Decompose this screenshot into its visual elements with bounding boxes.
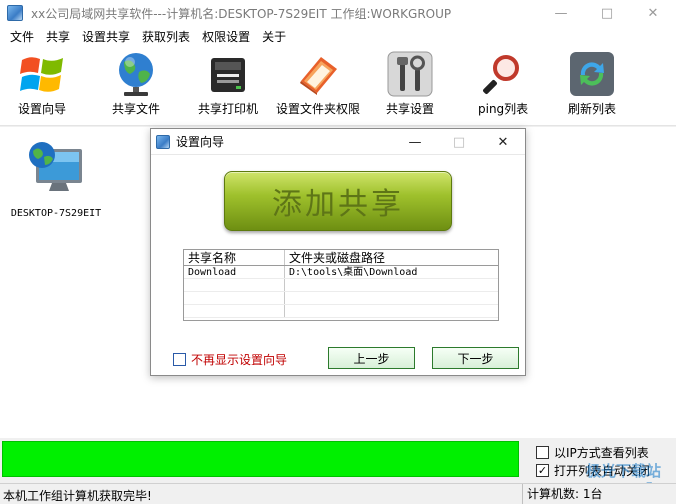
table-row (184, 292, 498, 305)
magnifier-icon (479, 50, 527, 98)
computer-count: 计算机数: 1台 (522, 484, 603, 504)
toolbar-label: 设置向导 (18, 102, 67, 116)
toolbar-share-printer-button[interactable]: 共享打印机 (198, 50, 258, 117)
tools-icon (386, 50, 434, 98)
toolbar-label: 共享打印机 (198, 102, 259, 116)
table-row (184, 305, 498, 318)
toolbar-share-settings-button[interactable]: 共享设置 (386, 50, 434, 117)
add-share-button[interactable]: 添加共享 (224, 171, 452, 231)
toolbar: 设置向导 共享文件 共享打印机 设置文件夹权限 共享设置 ping列表 刷新列表 (0, 46, 676, 126)
setup-wizard-dialog: 设置向导 — □ ✕ 添加共享 共享名称 文件夹或磁盘路径 Download D… (150, 128, 526, 376)
grid-header-share-name[interactable]: 共享名称 (184, 250, 285, 265)
window-controls: — □ ✕ (538, 0, 676, 26)
cell-path: D:\tools\桌面\Download (289, 267, 418, 278)
folder-permission-icon (294, 50, 342, 98)
next-button[interactable]: 下一步 (432, 347, 519, 369)
dont-show-checkbox[interactable] (173, 353, 186, 366)
computer-icon (24, 135, 88, 202)
computer-item[interactable]: DESKTOP-7S29EIT (8, 135, 104, 219)
table-row (184, 279, 498, 292)
computer-name: DESKTOP-7S29EIT (10, 208, 102, 219)
grid-header: 共享名称 文件夹或磁盘路径 (184, 250, 498, 266)
table-row[interactable]: Download D:\tools\桌面\Download (184, 266, 498, 279)
dialog-app-icon (156, 134, 170, 149)
toolbar-label: 设置文件夹权限 (276, 102, 361, 116)
watermark-logo: 极光下载站 (586, 462, 662, 480)
menu-share[interactable]: 共享 (40, 28, 76, 45)
maximize-icon[interactable]: □ (584, 0, 630, 26)
dialog-minimize-icon[interactable]: — (393, 129, 437, 155)
ip-view-option[interactable]: 以IP方式查看列表 (536, 443, 650, 461)
toolbar-share-file-button[interactable]: 共享文件 (112, 50, 160, 117)
app-icon (7, 5, 23, 21)
close-icon[interactable]: ✕ (630, 0, 676, 26)
ip-view-checkbox[interactable] (536, 445, 549, 459)
progress-bar (2, 441, 519, 477)
cell-share-name: Download (184, 266, 285, 278)
printer-icon (204, 50, 252, 98)
title-bar: xx公司局域网共享软件---计算机名:DESKTOP-7S29EIT 工作组:W… (0, 0, 676, 26)
menu-bar: 文件 共享 设置共享 获取列表 权限设置 关于 (0, 26, 676, 46)
ip-view-label: 以IP方式查看列表 (554, 445, 649, 460)
dialog-title-bar: 设置向导 — □ ✕ (151, 129, 525, 155)
previous-button[interactable]: 上一步 (328, 347, 415, 369)
menu-about[interactable]: 关于 (256, 28, 292, 45)
dialog-close-icon[interactable]: ✕ (481, 129, 525, 155)
toolbar-label: 共享文件 (112, 102, 161, 116)
menu-get-list[interactable]: 获取列表 (136, 28, 196, 45)
auto-close-checkbox[interactable]: ✓ (536, 463, 549, 477)
toolbar-label: ping列表 (478, 102, 529, 116)
toolbar-refresh-list-button[interactable]: 刷新列表 (568, 50, 616, 117)
dialog-maximize-icon: □ (452, 134, 466, 150)
menu-set-share[interactable]: 设置共享 (76, 28, 136, 45)
toolbar-label: 共享设置 (386, 102, 435, 116)
minimize-icon[interactable]: — (538, 0, 584, 26)
toolbar-setup-wizard-button[interactable]: 设置向导 (18, 50, 66, 117)
window-title: xx公司局域网共享软件---计算机名:DESKTOP-7S29EIT 工作组:W… (31, 6, 452, 21)
dialog-window-controls: — □ ✕ (393, 129, 525, 155)
dialog-title: 设置向导 (176, 135, 225, 149)
toolbar-label: 刷新列表 (568, 102, 617, 116)
refresh-icon (568, 50, 616, 98)
status-bar: 本机工作组计算机获取完毕! 计算机数: 1台 (0, 483, 676, 504)
menu-file[interactable]: 文件 (4, 28, 40, 45)
status-message: 本机工作组计算机获取完毕! (3, 489, 152, 503)
dont-show-label: 不再显示设置向导 (191, 353, 288, 367)
windows-logo-icon (18, 50, 66, 98)
share-grid: 共享名称 文件夹或磁盘路径 Download D:\tools\桌面\Downl… (183, 249, 499, 321)
toolbar-folder-permission-button[interactable]: 设置文件夹权限 (276, 50, 360, 117)
menu-permissions[interactable]: 权限设置 (196, 28, 256, 45)
globe-icon (112, 50, 160, 98)
toolbar-ping-list-button[interactable]: ping列表 (478, 50, 528, 117)
dont-show-wizard-option[interactable]: 不再显示设置向导 (173, 351, 287, 368)
grid-header-path[interactable]: 文件夹或磁盘路径 (285, 250, 498, 265)
